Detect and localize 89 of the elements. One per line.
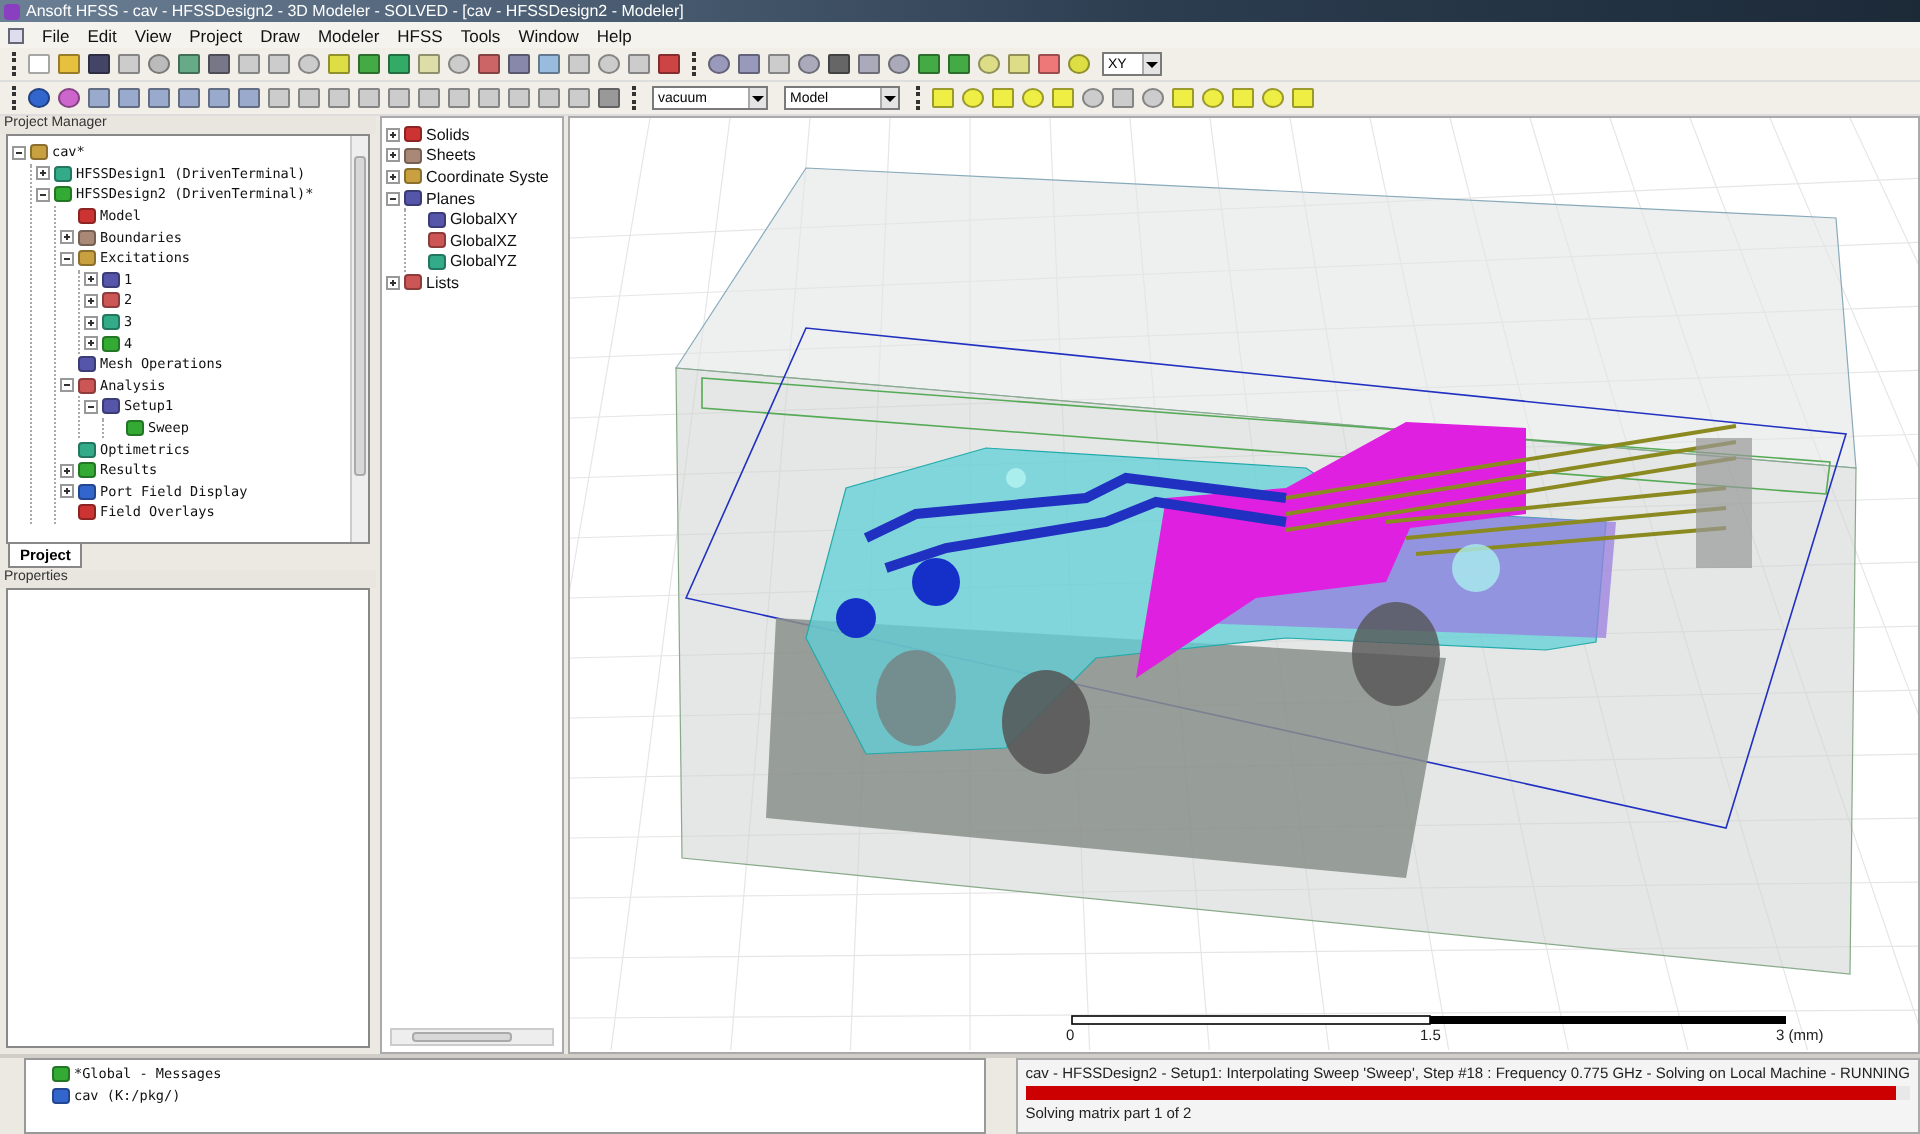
- tree-item[interactable]: Planes: [426, 189, 475, 208]
- expand-toggle[interactable]: [60, 378, 74, 393]
- tree-item[interactable]: Solids: [426, 125, 470, 144]
- tree-node-icon: [78, 504, 96, 521]
- tree-node-icon: [78, 229, 96, 246]
- toolbar-button[interactable]: [916, 51, 942, 77]
- tree-node-icon: [52, 1087, 70, 1104]
- expand-toggle[interactable]: [386, 191, 400, 206]
- toolbar-button[interactable]: [946, 51, 972, 77]
- expand-toggle[interactable]: [60, 230, 74, 245]
- expand-toggle[interactable]: [386, 169, 400, 184]
- toolbar-button[interactable]: [176, 51, 202, 77]
- toolbar-button[interactable]: [506, 51, 532, 77]
- menu-item[interactable]: Window: [518, 25, 579, 45]
- caret-icon: [1142, 54, 1160, 74]
- toolbar-button[interactable]: [596, 85, 622, 111]
- expand-toggle[interactable]: [60, 251, 74, 266]
- tree-node-icon: [78, 250, 96, 267]
- toolbar-button[interactable]: [356, 51, 382, 77]
- tree-node-icon: [54, 165, 72, 182]
- toolbar-button[interactable]: [56, 85, 82, 111]
- toolbar-button[interactable]: [826, 51, 852, 77]
- expand-toggle[interactable]: [60, 484, 74, 499]
- tree-node-icon: [78, 483, 96, 500]
- tree-node-icon: [102, 398, 120, 415]
- tree-node-icon: [404, 274, 422, 291]
- tree-node-icon: [78, 441, 96, 458]
- tree-item[interactable]: GlobalXZ: [450, 231, 517, 250]
- menu-item[interactable]: Project: [189, 25, 243, 45]
- tree-node-icon: [428, 211, 446, 228]
- tree-item[interactable]: Sheets: [426, 146, 476, 165]
- expand-toggle[interactable]: [12, 145, 26, 160]
- expand-toggle[interactable]: [386, 148, 400, 163]
- menu-item[interactable]: Help: [596, 25, 632, 45]
- menu-item[interactable]: Tools: [460, 25, 501, 45]
- toolbar-button[interactable]: [476, 51, 502, 77]
- menu-item[interactable]: Edit: [87, 25, 117, 45]
- toolbar-button[interactable]: [1036, 51, 1062, 77]
- expand-toggle[interactable]: [36, 166, 50, 181]
- tree-node-icon: [428, 232, 446, 249]
- tree-node-icon: [54, 186, 72, 203]
- tree-item[interactable]: Lists: [426, 273, 459, 292]
- document-icon[interactable]: [8, 27, 24, 43]
- tree-node-icon: [126, 420, 144, 437]
- scrollbar[interactable]: [350, 136, 368, 542]
- menu-item[interactable]: Draw: [260, 25, 300, 45]
- tree-node-icon: [404, 126, 422, 143]
- toolbar-button[interactable]: [656, 51, 682, 77]
- caret-icon: [880, 88, 898, 108]
- tree-node-icon: [78, 462, 96, 479]
- menu-item[interactable]: HFSS: [397, 25, 443, 45]
- tree-node-icon: [30, 144, 48, 161]
- app-icon: [4, 3, 20, 19]
- expand-toggle[interactable]: [36, 187, 50, 202]
- scrollbar[interactable]: [390, 1028, 554, 1046]
- expand-toggle[interactable]: [386, 127, 400, 142]
- tree-node-icon: [102, 314, 120, 331]
- window-title: Ansoft HFSS - cav - HFSSDesign2 - 3D Modeler - SOLVED - [cav - HFSSDesign2 - Modeler]: [26, 2, 684, 20]
- expand-toggle[interactable]: [84, 399, 98, 414]
- tree-node-icon: [404, 168, 422, 185]
- expand-toggle[interactable]: [84, 272, 98, 287]
- tree-node-icon: [102, 292, 120, 309]
- tree-node-icon: [102, 335, 120, 352]
- toolbar-button[interactable]: [86, 51, 112, 77]
- expand-toggle[interactable]: [84, 336, 98, 351]
- tree-node-icon: [78, 356, 96, 373]
- menu-item[interactable]: File: [42, 25, 70, 45]
- tree-node-icon: [52, 1066, 70, 1083]
- expand-toggle[interactable]: [60, 463, 74, 478]
- expand-toggle[interactable]: [84, 293, 98, 308]
- menu-item[interactable]: View: [134, 25, 172, 45]
- tree-item[interactable]: GlobalYZ: [450, 252, 517, 271]
- toolbar-button[interactable]: [206, 51, 232, 77]
- expand-toggle[interactable]: [386, 275, 400, 290]
- toolbar-button[interactable]: [386, 51, 412, 77]
- tree-node-icon: [404, 190, 422, 207]
- tree-node-icon: [428, 253, 446, 270]
- toolbar-button[interactable]: [736, 51, 762, 77]
- toolbar-button[interactable]: [706, 51, 732, 77]
- tree-node-icon: [78, 377, 96, 394]
- tree-item[interactable]: GlobalXY: [450, 210, 518, 229]
- tree-node-icon: [78, 208, 96, 225]
- tree-item[interactable]: Coordinate Syste: [426, 167, 549, 186]
- tree-node-icon: [404, 147, 422, 164]
- caret-icon: [748, 88, 766, 108]
- expand-toggle[interactable]: [84, 315, 98, 330]
- tree-node-icon: [102, 271, 120, 288]
- menu-item[interactable]: Modeler: [317, 25, 380, 45]
- toolbar-button[interactable]: [26, 85, 52, 111]
